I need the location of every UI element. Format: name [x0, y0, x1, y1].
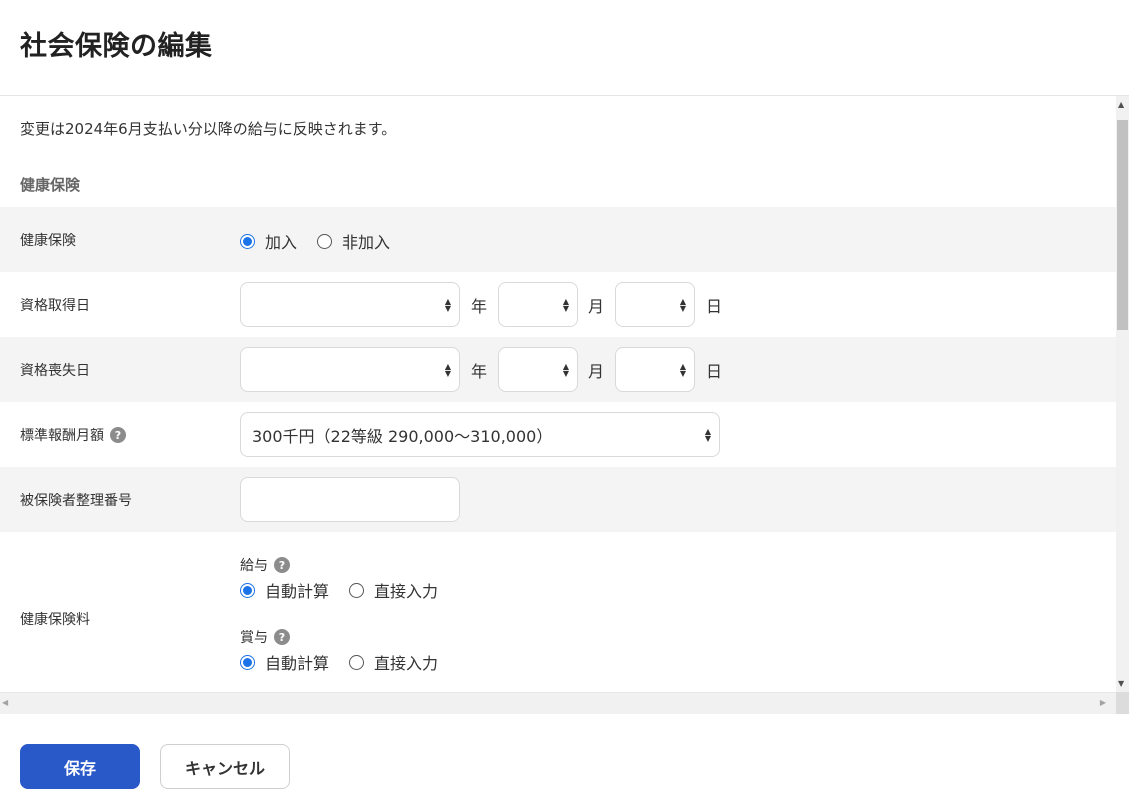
health-insurance-row: 健康保険 加入 非加入 [0, 207, 1116, 272]
premium-row: 健康保険料 給与 ? 自動計算 直接入力 賞与 ? 自動計算 直接入力 [0, 532, 1116, 692]
select-arrows-icon: ▲ ▼ [562, 296, 569, 313]
section-heading: 健康保険 [20, 176, 81, 194]
premium-label: 健康保険料 [20, 612, 90, 628]
radio-button-enrolled[interactable] [240, 233, 255, 249]
select-arrows-icon: ▲ ▼ [444, 296, 451, 313]
standard-monthly-select[interactable]: 300千円（22等級 290,000～310,000） ▲ ▼ [240, 412, 720, 457]
standard-monthly-value: 300千円（22等級 290,000～310,000） [252, 426, 553, 446]
bonus-radio-group: 自動計算 直接入力 [240, 650, 458, 674]
insured-number-label: 被保険者整理番号 [20, 493, 132, 509]
select-arrows-icon: ▲ ▼ [679, 296, 686, 313]
select-arrows-icon: ▲ ▼ [444, 361, 451, 378]
scroll-down-icon[interactable]: ▼ [1118, 679, 1124, 688]
radio-label-bonus-auto: 自動計算 [265, 654, 330, 673]
acquisition-year-select[interactable]: ▲ ▼ [240, 282, 460, 327]
acquisition-date-row: 資格取得日 ▲ ▼ 年 ▲ ▼ 月 ▲ ▼ 日 [0, 272, 1116, 337]
year-unit: 年 [471, 362, 488, 381]
acquisition-day-select[interactable]: ▲ ▼ [615, 282, 695, 327]
page-header: 社会保険の編集 [0, 0, 1129, 96]
scroll-left-icon[interactable]: ◀ [2, 698, 8, 707]
scroll-area[interactable]: 変更は2024年6月支払い分以降の給与に反映されます。 健康保険 健康保険 加入… [0, 96, 1129, 714]
loss-day-select[interactable]: ▲ ▼ [615, 347, 695, 392]
month-unit: 月 [588, 297, 605, 316]
salary-label: 給与 [240, 558, 268, 574]
vertical-scroll-thumb[interactable] [1117, 120, 1128, 330]
radio-button-salary-manual[interactable] [349, 582, 365, 598]
standard-monthly-row: 標準報酬月額 ? 300千円（22等級 290,000～310,000） ▲ ▼ [0, 402, 1116, 467]
radio-option-enrolled[interactable]: 加入 [240, 229, 297, 253]
salary-radio-group: 自動計算 直接入力 [240, 578, 458, 602]
day-unit: 日 [706, 362, 723, 381]
radio-label-bonus-manual: 直接入力 [374, 654, 439, 673]
loss-date-row: 資格喪失日 ▲ ▼ 年 ▲ ▼ 月 ▲ ▼ 日 [0, 337, 1116, 402]
radio-option-bonus-auto[interactable]: 自動計算 [240, 650, 329, 674]
bonus-label: 賞与 [240, 630, 268, 646]
radio-label-enrolled: 加入 [265, 233, 298, 252]
insured-number-row: 被保険者整理番号 [0, 467, 1116, 532]
loss-month-select[interactable]: ▲ ▼ [498, 347, 578, 392]
cancel-button[interactable]: キャンセル [160, 744, 290, 789]
help-icon[interactable]: ? [110, 427, 126, 443]
acquisition-date-label: 資格取得日 [20, 298, 90, 314]
month-unit: 月 [588, 362, 605, 381]
health-insurance-radio-group: 加入 非加入 [240, 229, 410, 253]
help-icon[interactable]: ? [274, 629, 290, 645]
radio-button-salary-auto[interactable] [240, 582, 255, 598]
scroll-right-icon[interactable]: ▶ [1100, 698, 1106, 707]
radio-label-salary-auto: 自動計算 [265, 582, 330, 601]
standard-monthly-label-group: 標準報酬月額 ? [20, 425, 126, 445]
acquisition-month-select[interactable]: ▲ ▼ [498, 282, 578, 327]
standard-monthly-label: 標準報酬月額 [20, 428, 104, 444]
radio-button-not-enrolled[interactable] [317, 233, 333, 249]
health-insurance-label: 健康保険 [20, 233, 76, 249]
day-unit: 日 [706, 297, 723, 316]
loss-date-label: 資格喪失日 [20, 363, 90, 379]
select-arrows-icon: ▲ ▼ [679, 361, 686, 378]
insured-number-input[interactable] [240, 477, 460, 522]
radio-option-salary-manual[interactable]: 直接入力 [349, 578, 438, 602]
radio-label-not-enrolled: 非加入 [342, 233, 391, 252]
help-icon[interactable]: ? [274, 557, 290, 573]
radio-label-salary-manual: 直接入力 [374, 582, 439, 601]
horizontal-scrollbar[interactable]: ◀ ▶ [0, 692, 1116, 714]
form-content: 変更は2024年6月支払い分以降の給与に反映されます。 健康保険 健康保険 加入… [0, 96, 1116, 692]
radio-button-bonus-manual[interactable] [349, 654, 365, 670]
save-button[interactable]: 保存 [20, 744, 140, 789]
salary-label-group: 給与 ? [240, 555, 290, 575]
radio-option-not-enrolled[interactable]: 非加入 [317, 229, 390, 253]
radio-option-bonus-manual[interactable]: 直接入力 [349, 650, 438, 674]
year-unit: 年 [471, 297, 488, 316]
radio-button-bonus-auto[interactable] [240, 654, 255, 670]
bonus-label-group: 賞与 ? [240, 627, 290, 647]
scrollbar-corner [1116, 692, 1129, 714]
notice-text: 変更は2024年6月支払い分以降の給与に反映されます。 [20, 120, 397, 138]
select-arrows-icon: ▲ ▼ [562, 361, 569, 378]
vertical-scrollbar[interactable]: ▲ ▼ [1116, 96, 1129, 692]
footer: 保存 キャンセル [0, 714, 1129, 808]
loss-year-select[interactable]: ▲ ▼ [240, 347, 460, 392]
page-title: 社会保険の編集 [20, 31, 213, 62]
radio-option-salary-auto[interactable]: 自動計算 [240, 578, 329, 602]
select-arrows-icon: ▲ ▼ [704, 426, 711, 443]
scroll-up-icon[interactable]: ▲ [1118, 100, 1124, 109]
